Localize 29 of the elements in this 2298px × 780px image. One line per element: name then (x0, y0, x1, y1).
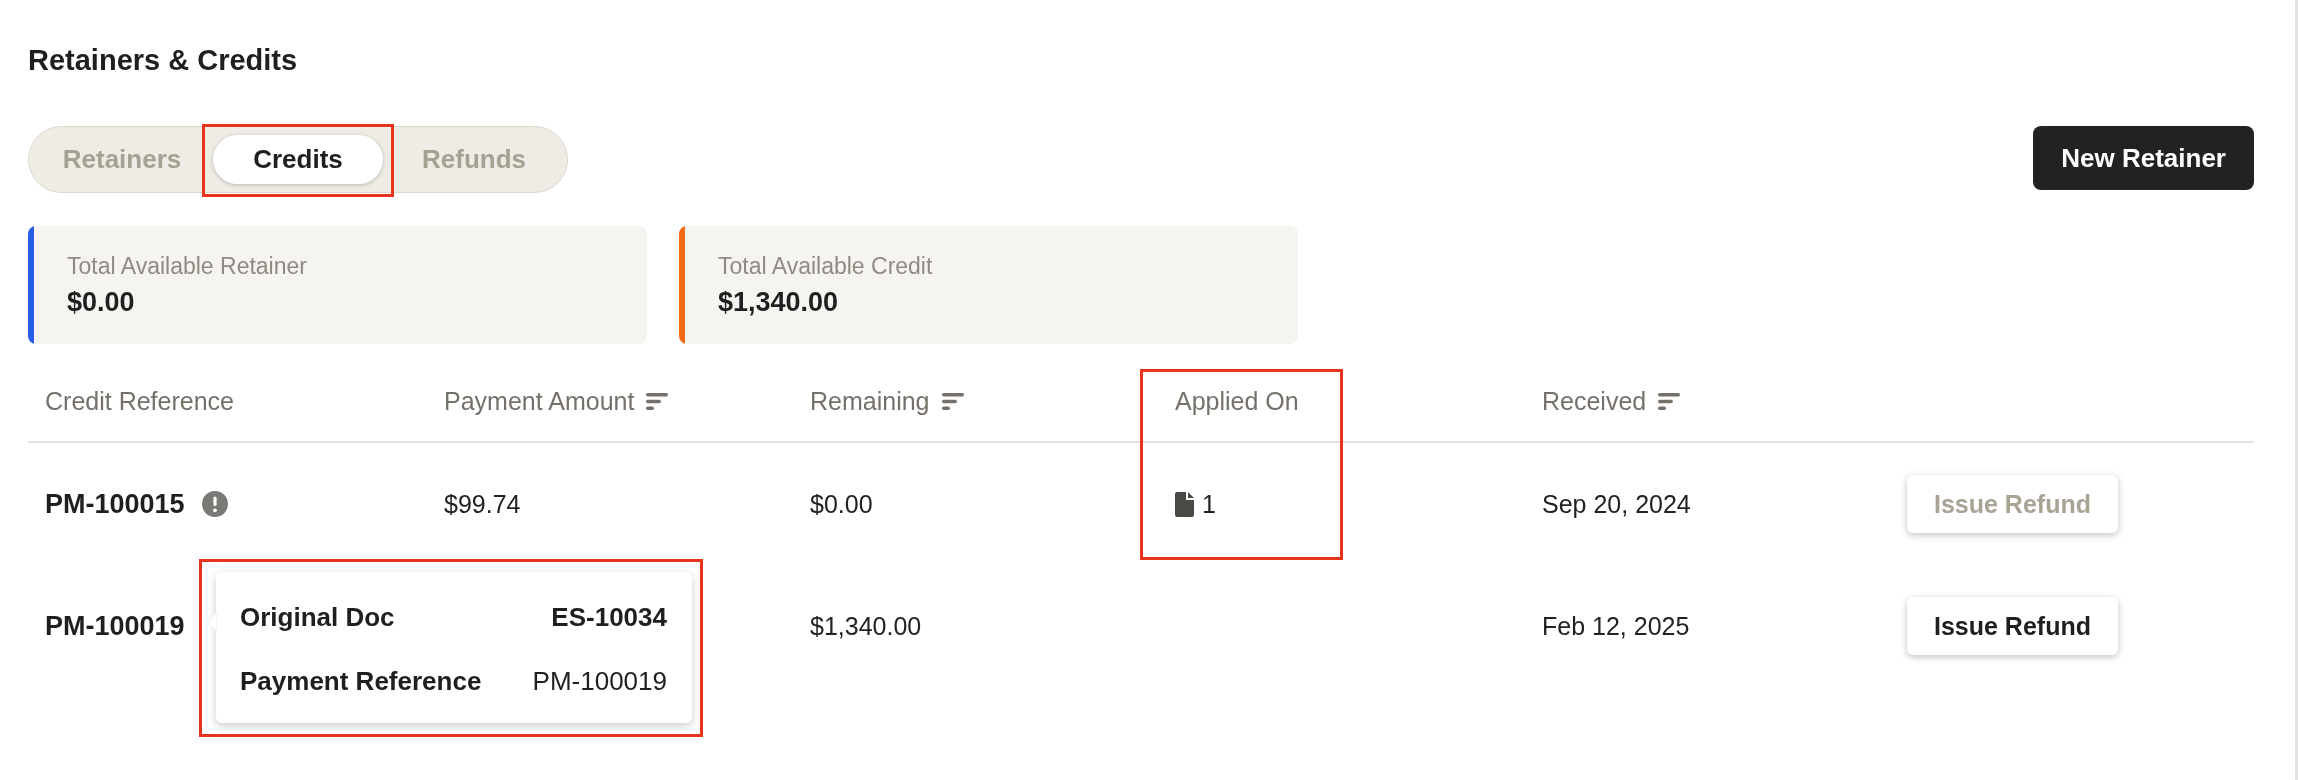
credit-reference: PM-100015 (45, 488, 185, 520)
tooltip-value: ES-10034 (551, 601, 667, 633)
tooltip-label: Payment Reference (240, 665, 482, 697)
column-header: Applied On (1175, 386, 1299, 416)
column-header: Credit Reference (45, 386, 234, 416)
card-label: Total Available Retainer (67, 252, 307, 280)
card-value: $1,340.00 (718, 286, 839, 319)
table-cell: Feb 12, 2025 (1542, 611, 1690, 641)
sort-icon[interactable] (646, 392, 669, 410)
table-cell: Sep 20, 2024 (1542, 489, 1691, 519)
tooltip-label: Original Doc (240, 601, 395, 633)
document-icon (1175, 491, 1194, 517)
credit-reference: PM-100019 (45, 610, 185, 642)
column-header: Remaining (810, 386, 930, 416)
tab[interactable]: Credits (213, 135, 383, 184)
table-cell: $99.74 (444, 489, 521, 519)
card-value: $0.00 (67, 286, 135, 319)
column-header: Received (1542, 386, 1647, 416)
applied-count: 1 (1202, 489, 1216, 519)
table-cell: $1,340.00 (810, 611, 922, 641)
page-title: Retainers & Credits (28, 44, 298, 76)
tooltip-value: PM-100019 (532, 665, 667, 697)
new-retainer-button[interactable]: New Retainer (2033, 126, 2254, 190)
sort-icon[interactable] (941, 392, 964, 410)
sort-icon[interactable] (1658, 392, 1681, 410)
issue-refund-button[interactable]: Issue Refund (1907, 597, 2118, 655)
card-label: Total Available Credit (718, 252, 933, 280)
table-cell: $0.00 (810, 489, 873, 519)
column-header: Payment Amount (444, 386, 635, 416)
